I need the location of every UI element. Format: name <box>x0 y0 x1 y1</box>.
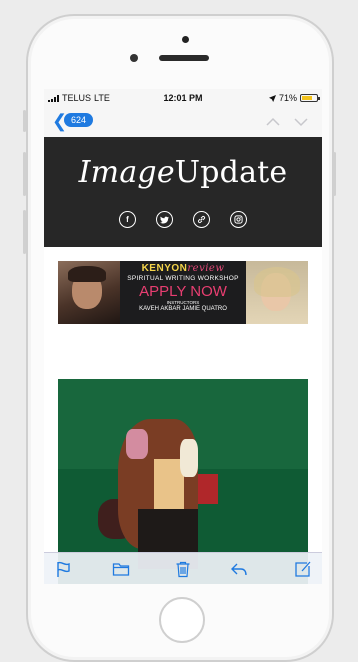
volume-down-button <box>23 210 26 254</box>
compose-icon[interactable] <box>294 560 312 578</box>
back-inbox-button[interactable]: 624 <box>64 113 94 127</box>
instructor-photo-quatro <box>246 261 308 324</box>
earpiece-speaker <box>159 55 209 61</box>
volume-up-button <box>23 152 26 196</box>
social-links: f <box>44 211 322 228</box>
status-right: 71% <box>268 93 320 103</box>
art-shape <box>180 439 198 477</box>
newsletter-logo: ImageUpdate <box>44 155 322 190</box>
battery-percent: 71% <box>278 93 297 103</box>
logo-italic: Image <box>78 155 175 190</box>
instagram-icon[interactable] <box>230 211 247 228</box>
location-icon <box>268 94 276 102</box>
flag-icon[interactable] <box>54 560 72 578</box>
power-button <box>333 152 336 196</box>
facebook-icon[interactable]: f <box>119 211 136 228</box>
front-camera <box>182 36 189 43</box>
ad-instructors-label: INSTRUCTORS <box>166 300 200 305</box>
ad-subtitle: SPIRITUAL WRITING WORKSHOP <box>127 275 239 282</box>
mail-toolbar <box>44 552 322 584</box>
workshop-ad-banner[interactable]: KENYONreview SPIRITUAL WRITING WORKSHOP … <box>58 261 308 324</box>
twitter-icon[interactable] <box>156 211 173 228</box>
home-button[interactable] <box>159 597 205 643</box>
battery-fill <box>302 96 312 100</box>
logo-regular: Update <box>174 155 288 190</box>
ad-text: KENYONreview SPIRITUAL WRITING WORKSHOP … <box>120 261 246 324</box>
proximity-sensor <box>130 54 138 62</box>
chevron-down-icon[interactable] <box>294 115 308 129</box>
battery-icon <box>300 94 320 102</box>
art-shape <box>198 474 218 504</box>
trash-icon[interactable] <box>174 560 192 578</box>
instructor-photo-akbar <box>58 261 120 324</box>
mute-switch <box>23 110 26 132</box>
chevron-up-icon[interactable] <box>266 115 280 129</box>
mail-nav-bar: ❮ 624 <box>44 107 322 138</box>
ad-brand-bold: KENYON <box>141 263 188 274</box>
ad-brand-italic: review <box>187 263 225 274</box>
link-icon[interactable] <box>193 211 210 228</box>
folder-icon[interactable] <box>112 560 130 578</box>
ad-instructor-names: KAVEH AKBAR JAMIE QUATRO <box>139 306 227 312</box>
reply-icon[interactable] <box>230 560 248 578</box>
status-bar: TELUS LTE 12:01 PM 71% <box>44 89 322 107</box>
newsletter-header: ImageUpdate f <box>44 137 322 247</box>
ad-cta: APPLY NOW <box>139 283 227 300</box>
art-shape <box>126 429 148 459</box>
ad-brand: KENYONreview <box>120 263 246 274</box>
screen: TELUS LTE 12:01 PM 71% ❮ 624 ImageUpdate… <box>44 89 322 584</box>
